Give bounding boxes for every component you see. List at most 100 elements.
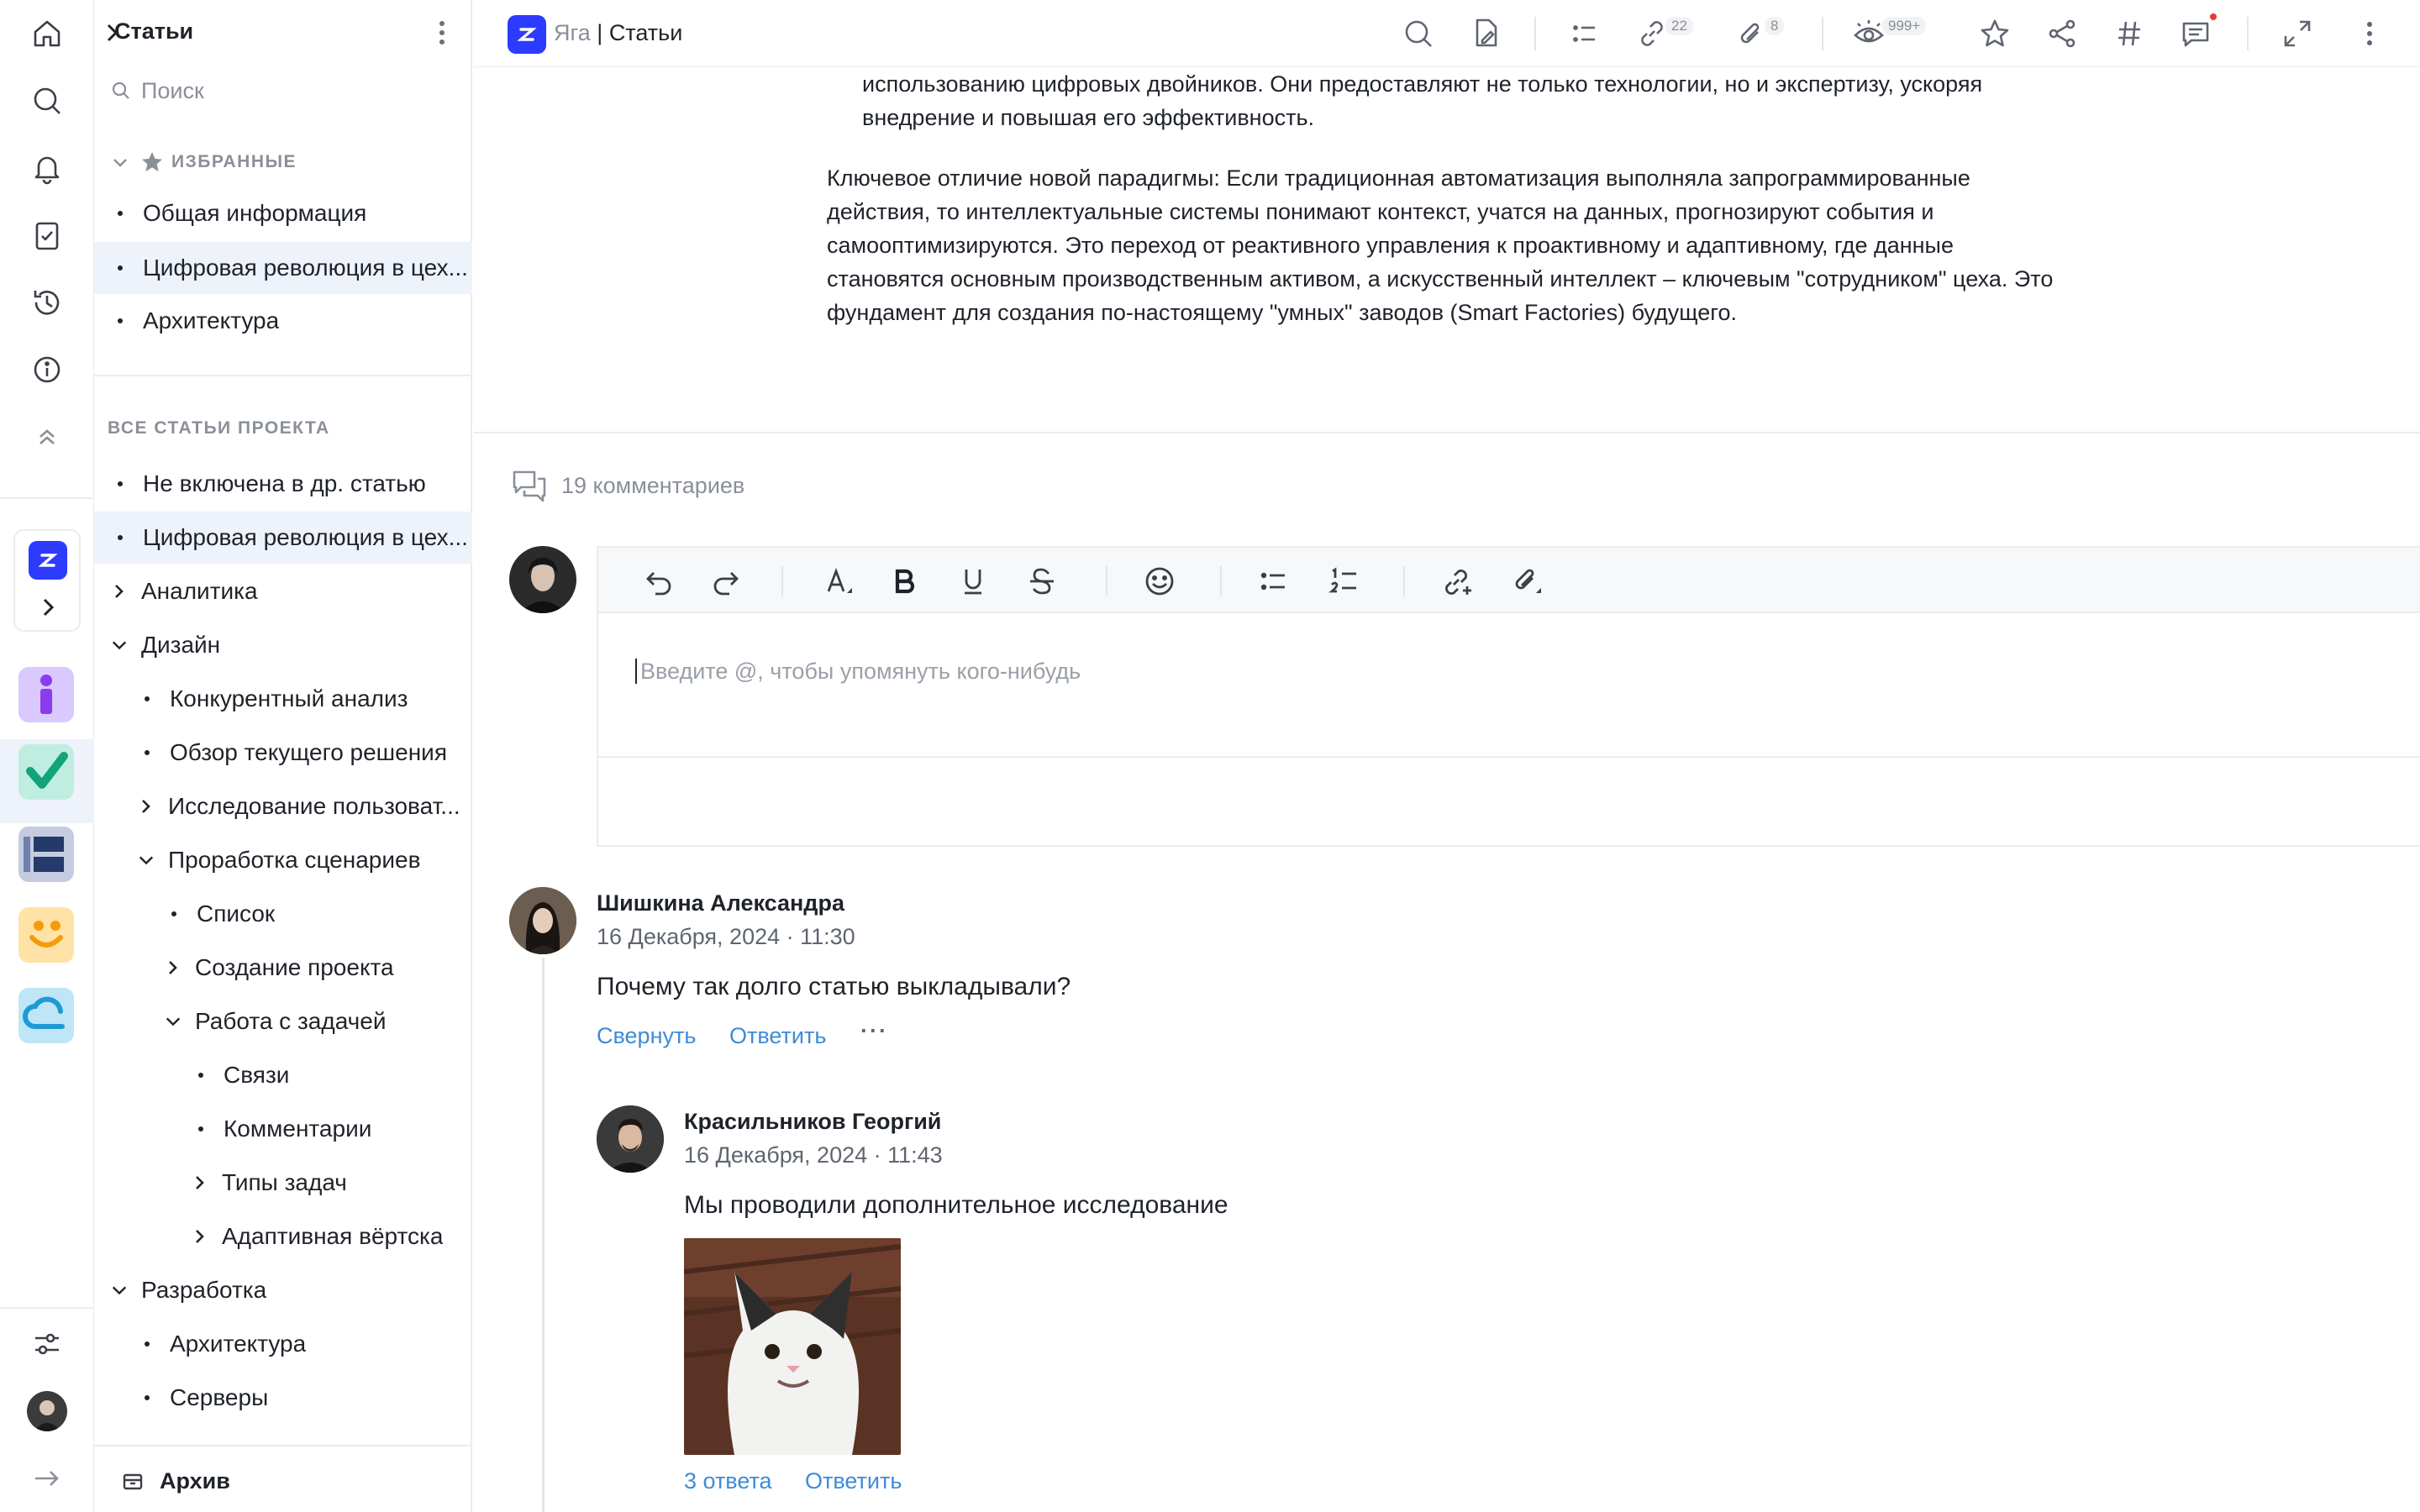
hashtag-icon[interactable] (2112, 15, 2146, 52)
expand-arrow-icon[interactable] (27, 1458, 67, 1499)
tree-item[interactable]: Обзор текущего решения (94, 727, 472, 779)
tree-item[interactable]: Аналитика (94, 565, 472, 617)
edit-document-icon[interactable] (1469, 15, 1502, 52)
tree-item[interactable]: Серверы (94, 1372, 472, 1424)
search-icon[interactable] (27, 81, 67, 121)
article-list-item-tail: использованию цифровых двойников. Они пр… (862, 71, 1983, 130)
views-button[interactable]: 999+ (1852, 15, 1927, 52)
tree-item[interactable]: Связи (94, 1049, 472, 1101)
settings-sliders-icon[interactable] (27, 1324, 67, 1364)
attachments-button[interactable]: 8 (1734, 15, 1785, 52)
toolbar-separator (2247, 17, 2249, 50)
tree-item[interactable]: Не включена в др. статью (94, 458, 472, 510)
yaga-app-icon (29, 541, 67, 580)
comment-author[interactable]: Шишкина Александра (597, 890, 844, 916)
tree-item[interactable]: Типы задач (94, 1157, 472, 1209)
bell-icon[interactable] (27, 148, 67, 188)
text-color-icon[interactable] (818, 563, 855, 600)
fullscreen-icon[interactable] (2281, 15, 2314, 52)
favorite-item[interactable]: Цифровая революция в цех... (94, 242, 472, 294)
more-vertical-icon[interactable] (434, 18, 450, 51)
project-logo-icon[interactable] (508, 15, 546, 54)
tree-item[interactable]: Проработка сценариев (94, 834, 472, 886)
numbered-list-icon[interactable] (1326, 563, 1363, 600)
attach-file-icon[interactable] (1507, 563, 1544, 600)
check-app-icon[interactable] (18, 744, 74, 800)
emoji-icon[interactable] (1141, 563, 1178, 600)
search-icon[interactable] (1402, 15, 1435, 52)
favorite-item[interactable]: Архитектура (94, 295, 472, 347)
toolbar-separator (1106, 566, 1107, 596)
info-icon[interactable] (27, 349, 67, 390)
views-count-badge: 999+ (1882, 17, 1927, 35)
favorites-section-toggle[interactable]: ИЗБРАННЫЕ (111, 150, 297, 175)
current-app-switcher[interactable] (13, 529, 81, 632)
author-avatar[interactable] (509, 887, 576, 954)
bulleted-list-icon[interactable] (1255, 563, 1292, 600)
tree-item[interactable]: Комментарии (94, 1103, 472, 1155)
star-icon[interactable] (1978, 15, 2012, 52)
reply-link[interactable]: Ответить (805, 1468, 902, 1494)
favorite-item[interactable]: Общая информация (94, 187, 472, 239)
sidebar-search-input[interactable]: Поиск (111, 74, 447, 108)
show-replies-link[interactable]: 3 ответа (684, 1468, 772, 1494)
info-app-icon[interactable] (18, 667, 74, 722)
tree-item[interactable]: Цифровая революция в цех... (94, 512, 472, 564)
comments-count: 19 комментариев (561, 472, 745, 498)
redo-icon[interactable] (708, 563, 744, 600)
breadcrumb-section[interactable]: Статьи (609, 20, 683, 45)
tasks-icon[interactable] (27, 215, 67, 255)
rail-divider (0, 497, 94, 499)
board-app-icon[interactable] (18, 827, 74, 882)
tree-item[interactable]: Конкурентный анализ (94, 673, 472, 725)
collapse-up-icon[interactable] (27, 417, 67, 457)
paperclip-icon (1740, 23, 1760, 44)
reply-link[interactable]: Ответить (729, 1023, 826, 1049)
insert-link-icon[interactable] (1439, 563, 1476, 600)
breadcrumb-project[interactable]: Яга (554, 20, 591, 45)
bold-icon[interactable] (886, 563, 923, 600)
share-icon[interactable] (2045, 15, 2079, 52)
articles-sidebar: Статьи Поиск ИЗБРАННЫЕ Общая информация … (94, 0, 472, 1512)
smile-app-icon[interactable] (18, 907, 74, 963)
links-button[interactable]: 22 (1635, 15, 1693, 52)
chevron-right-icon (192, 1174, 208, 1191)
toolbar-separator (1534, 17, 1536, 50)
thread-line (542, 958, 544, 1512)
comments-header: 19 комментариев (511, 467, 744, 504)
all-articles-label: ВСЕ СТАТЬИ ПРОЕКТА (108, 418, 330, 438)
tree-item[interactable]: Адаптивная вёртска (94, 1210, 472, 1263)
author-avatar[interactable] (597, 1105, 664, 1173)
archive-icon (123, 1473, 143, 1489)
tree-item[interactable]: Архитектура (94, 1318, 472, 1370)
tree-item[interactable]: Разработка (94, 1264, 472, 1316)
archive-link[interactable]: Архив (121, 1468, 230, 1494)
comment-input[interactable]: Введите @, чтобы упомянуть кого-нибудь (635, 659, 1081, 684)
tree-item[interactable]: Список (94, 888, 472, 940)
user-avatar[interactable] (27, 1391, 67, 1431)
star-icon (142, 152, 162, 171)
more-vertical-icon[interactable] (2361, 15, 2378, 52)
current-user-avatar (509, 546, 576, 613)
home-icon[interactable] (27, 13, 67, 54)
tree-item[interactable]: Работа с задачей (94, 995, 472, 1047)
comment-more-options[interactable]: ··· (860, 1018, 888, 1044)
breadcrumb-separator: | (590, 20, 609, 45)
history-icon[interactable] (27, 282, 67, 323)
tree-item[interactable]: Создание проекта (94, 942, 472, 994)
strikethrough-icon[interactable] (1023, 563, 1060, 600)
comments-icon[interactable] (2180, 13, 2217, 52)
comment-editor: Введите @, чтобы упомянуть кого-нибудь (597, 546, 2420, 847)
undo-icon[interactable] (640, 563, 677, 600)
chevron-down-icon (165, 1013, 182, 1030)
tree-item[interactable]: Исследование пользоват... (94, 780, 472, 832)
editor-toolbar (598, 548, 2420, 613)
comment-author[interactable]: Красильников Георгий (684, 1109, 941, 1135)
comment-image-attachment[interactable] (684, 1238, 901, 1455)
collapse-thread-link[interactable]: Свернуть (597, 1023, 696, 1049)
list-icon[interactable] (1568, 15, 1602, 52)
tree-item[interactable]: Дизайн (94, 619, 472, 671)
chevron-right-icon (138, 798, 155, 815)
cloud-app-icon[interactable] (18, 988, 74, 1043)
underline-icon[interactable] (955, 563, 992, 600)
